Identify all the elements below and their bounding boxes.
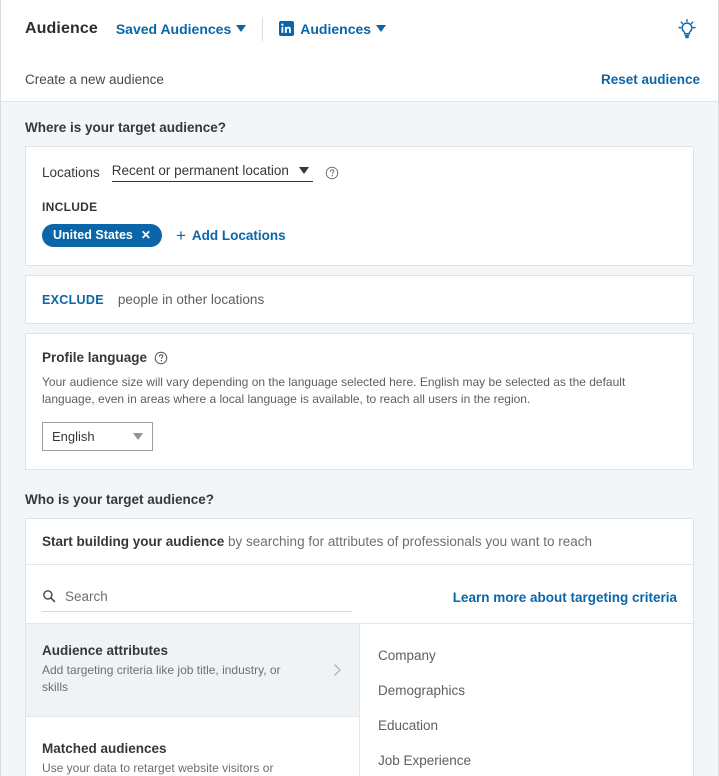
audiences-dropdown[interactable]: Audiences	[279, 20, 387, 37]
chevron-down-icon	[236, 25, 247, 32]
location-section-heading: Where is your target audience?	[25, 120, 227, 135]
who-section: Who is your target audience? Start build…	[25, 492, 694, 776]
included-locations-row: United States ✕ + Add Locations	[42, 224, 677, 247]
picker-item-audience-attributes[interactable]: Audience attributes Add targeting criter…	[26, 623, 359, 717]
header-top-row: Audience Saved Audiences Audiences	[1, 0, 718, 57]
profile-language-header: Profile language	[42, 350, 677, 365]
start-building-rest: by searching for attributes of professio…	[224, 533, 592, 549]
include-label: INCLUDE	[42, 200, 98, 214]
help-circle-icon[interactable]	[325, 166, 339, 180]
profile-language-select[interactable]: English	[42, 421, 153, 451]
search-input[interactable]	[65, 588, 352, 604]
category-item-education[interactable]: Education	[360, 708, 693, 743]
linkedin-logo-icon	[279, 21, 295, 36]
audiences-label: Audiences	[300, 20, 372, 37]
picker-item-title: Audience attributes	[42, 642, 169, 658]
add-locations-button[interactable]: + Add Locations	[176, 227, 286, 244]
header-sub-row: Create a new audience Reset audience	[1, 57, 718, 101]
start-building-row: Start building your audience by searchin…	[26, 519, 693, 565]
attribute-picker: Audience attributes Add targeting criter…	[26, 622, 693, 776]
chevron-down-icon	[298, 167, 309, 174]
exclude-button[interactable]: EXCLUDE	[42, 293, 104, 307]
location-type-dropdown[interactable]: Recent or permanent location	[111, 163, 313, 182]
locations-label: Locations	[42, 165, 100, 180]
saved-audiences-dropdown[interactable]: Saved Audiences	[115, 20, 247, 37]
locations-card: Locations Recent or permanent location I…	[25, 146, 694, 266]
page-title: Audience	[25, 19, 98, 37]
location-type-value: Recent or permanent location	[111, 163, 289, 178]
profile-language-value: English	[52, 428, 95, 444]
start-building-strong: Start building your audience	[42, 533, 225, 549]
profile-language-title: Profile language	[42, 350, 148, 365]
chevron-right-icon	[333, 662, 343, 678]
who-section-heading: Who is your target audience?	[25, 491, 215, 507]
picker-left-column: Audience attributes Add targeting criter…	[26, 623, 360, 776]
audience-builder-card: Start building your audience by searchin…	[25, 517, 694, 776]
location-pill-label: United States	[53, 228, 133, 242]
search-row: Learn more about targeting criteria	[26, 565, 693, 612]
close-icon[interactable]: ✕	[141, 229, 151, 241]
page-body: Where is your target audience? Locations…	[1, 102, 718, 776]
saved-audiences-label: Saved Audiences	[115, 20, 232, 37]
category-item-job-experience[interactable]: Job Experience	[360, 743, 693, 776]
search-icon	[42, 589, 56, 603]
header-divider	[262, 16, 264, 41]
picker-item-text: Audience attributes Add targeting criter…	[42, 643, 292, 697]
audience-subtitle: Create a new audience	[25, 71, 164, 87]
category-item-demographics[interactable]: Demographics	[360, 673, 693, 708]
search-field[interactable]	[42, 588, 352, 612]
picker-item-text: Matched audiences Use your data to retar…	[42, 741, 292, 776]
add-locations-label: Add Locations	[191, 228, 286, 243]
category-item-company[interactable]: Company	[360, 638, 693, 673]
exclude-card[interactable]: EXCLUDE people in other locations	[25, 275, 694, 324]
plus-icon: +	[175, 226, 186, 245]
locations-row: Locations Recent or permanent location	[42, 163, 677, 182]
profile-language-card: Profile language Your audience size will…	[25, 333, 694, 470]
picker-item-matched-audiences[interactable]: Matched audiences Use your data to retar…	[26, 717, 359, 776]
picker-item-description: Use your data to retarget website visito…	[42, 760, 274, 775]
chevron-down-icon	[133, 432, 143, 440]
page-header: Audience Saved Audiences Audiences Creat…	[1, 0, 718, 102]
profile-language-description: Your audience size will vary depending o…	[42, 375, 626, 407]
exclude-description: people in other locations	[117, 292, 265, 307]
chevron-down-icon	[376, 25, 387, 32]
picker-right-column: Company Demographics Education Job Exper…	[360, 624, 693, 776]
help-circle-icon[interactable]	[154, 351, 168, 365]
location-pill[interactable]: United States ✕	[42, 224, 162, 247]
audience-builder-page: Audience Saved Audiences Audiences Creat…	[0, 0, 719, 776]
reset-audience-button[interactable]: Reset audience	[601, 72, 700, 87]
picker-item-description: Add targeting criteria like job title, i…	[42, 662, 281, 695]
picker-item-title: Matched audiences	[42, 740, 167, 756]
learn-more-link[interactable]: Learn more about targeting criteria	[453, 590, 677, 612]
lightbulb-icon[interactable]	[674, 16, 700, 42]
